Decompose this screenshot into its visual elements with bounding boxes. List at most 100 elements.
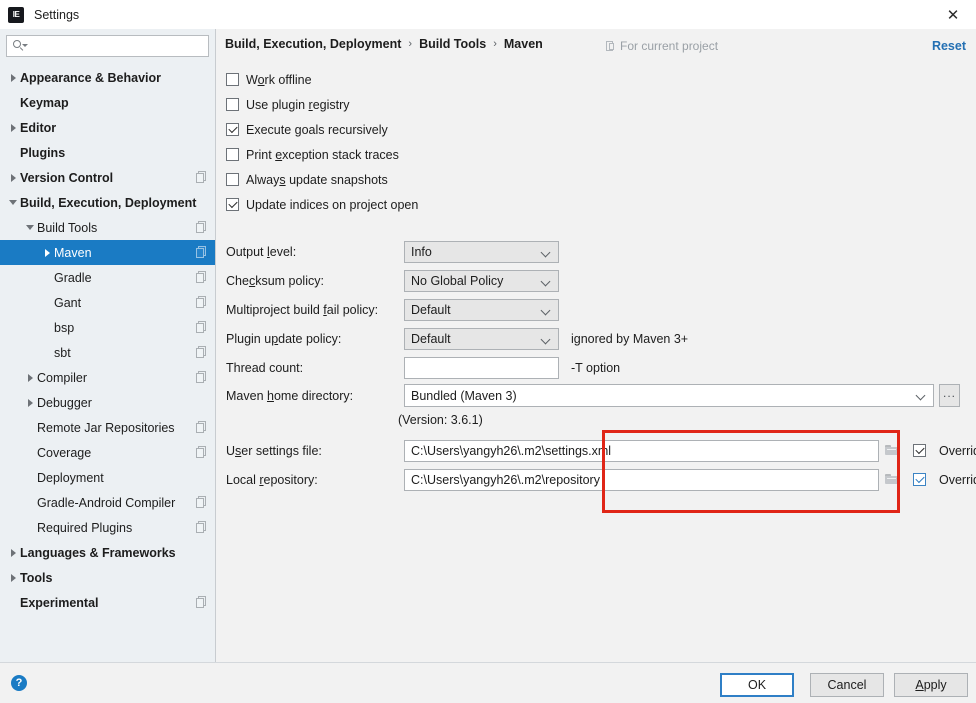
dialog-footer: ? OK Cancel Apply xyxy=(0,662,976,703)
tree-arrow-spacer xyxy=(23,515,37,540)
field-label: Checksum policy: xyxy=(226,273,324,288)
checkbox-override-local-repository[interactable] xyxy=(913,473,926,486)
chevron-down-icon xyxy=(542,278,550,286)
project-scope-icon xyxy=(605,40,615,52)
sidebar-item-label: Build, Execution, Deployment xyxy=(20,195,197,210)
checkbox-row[interactable]: Update indices on project open xyxy=(226,192,418,217)
chevron-down-icon[interactable] xyxy=(23,215,37,240)
breadcrumb-segment[interactable]: Build Tools xyxy=(419,37,486,51)
sidebar-item-sbt[interactable]: sbt xyxy=(0,340,215,365)
checkbox-work-offline[interactable] xyxy=(226,73,239,86)
sidebar-item-bsp[interactable]: bsp xyxy=(0,315,215,340)
sidebar-item-coverage[interactable]: Coverage xyxy=(0,440,215,465)
chevron-down-icon[interactable] xyxy=(6,190,20,215)
checkbox-update-indices-on-project-open[interactable] xyxy=(226,198,239,211)
browse-folder-button[interactable] xyxy=(880,469,904,491)
search-input[interactable] xyxy=(28,37,198,55)
breadcrumb-segment[interactable]: Maven xyxy=(504,37,543,51)
chevron-right-icon[interactable] xyxy=(6,165,20,190)
title-bar: IE Settings ✕ xyxy=(0,0,976,29)
scope-indicator: For current project xyxy=(605,39,718,53)
sidebar-item-gradle[interactable]: Gradle xyxy=(0,265,215,290)
sidebar-item-compiler[interactable]: Compiler xyxy=(0,365,215,390)
checkbox-use-plugin-registry[interactable] xyxy=(226,98,239,111)
checkbox-row[interactable]: Work offline xyxy=(226,67,418,92)
sidebar-item-debugger[interactable]: Debugger xyxy=(0,390,215,415)
settings-main-panel: Build, Execution, Deployment › Build Tools… xyxy=(217,29,976,662)
ok-button[interactable]: OK xyxy=(720,673,794,697)
chevron-right-icon[interactable] xyxy=(6,565,20,590)
sidebar-item-label: Version Control xyxy=(20,170,114,185)
sidebar-item-label: Compiler xyxy=(37,370,88,385)
project-scope-icon xyxy=(196,446,207,458)
sidebar-item-deployment[interactable]: Deployment xyxy=(0,465,215,490)
path-row: User settings file: Override xyxy=(226,436,976,465)
breadcrumb-segment[interactable]: Build, Execution, Deployment xyxy=(225,37,401,51)
apply-button[interactable]: Apply xyxy=(894,673,968,697)
sidebar-item-experimental[interactable]: Experimental xyxy=(0,590,215,615)
override-toggle[interactable]: Override xyxy=(913,473,976,487)
reset-link[interactable]: Reset xyxy=(932,39,966,53)
override-label: Override xyxy=(939,443,976,458)
sidebar-item-appearance-behavior[interactable]: Appearance & Behavior xyxy=(0,65,215,90)
select-checksum-policy[interactable]: No Global Policy xyxy=(404,269,559,292)
tree-arrow-spacer xyxy=(40,315,54,340)
sidebar-item-required-plugins[interactable]: Required Plugins xyxy=(0,515,215,540)
cancel-button[interactable]: Cancel xyxy=(810,673,884,697)
select-value: Default xyxy=(411,302,451,317)
checkbox-override-user-settings-file[interactable] xyxy=(913,444,926,457)
select-output-level[interactable]: Info xyxy=(404,240,559,263)
sidebar-item-gant[interactable]: Gant xyxy=(0,290,215,315)
checkbox-row[interactable]: Always update snapshots xyxy=(226,167,418,192)
browse-folder-button[interactable] xyxy=(880,440,904,462)
checkbox-execute-goals-recursively[interactable] xyxy=(226,123,239,136)
chevron-right-icon[interactable] xyxy=(6,65,20,90)
sidebar-item-label: sbt xyxy=(54,345,71,360)
chevron-right-icon[interactable] xyxy=(6,115,20,140)
input-user-settings-file[interactable] xyxy=(404,439,879,462)
maven-home-label: Maven home directory: xyxy=(226,388,354,403)
chevron-right-icon[interactable] xyxy=(6,540,20,565)
settings-dialog: IE Settings ✕ Appearance & Behavior Keyma… xyxy=(0,0,976,703)
sidebar-item-tools[interactable]: Tools xyxy=(0,565,215,590)
maven-settings-fields: Output level: Info Checksum policy: No Glob… xyxy=(226,237,688,382)
maven-version-note: (Version: 3.6.1) xyxy=(398,413,483,427)
field-row: Thread count: -T option xyxy=(226,353,688,382)
checkbox-row[interactable]: Execute goals recursively xyxy=(226,117,418,142)
maven-home-browse-button[interactable]: ... xyxy=(939,384,960,407)
field-label: Output level: xyxy=(226,244,297,259)
select-multiproject-build-fail-policy[interactable]: Default xyxy=(404,298,559,321)
breadcrumb-separator: › xyxy=(408,38,413,50)
chevron-right-icon[interactable] xyxy=(23,365,37,390)
sidebar-item-editor[interactable]: Editor xyxy=(0,115,215,140)
sidebar-item-keymap[interactable]: Keymap xyxy=(0,90,215,115)
help-icon[interactable]: ? xyxy=(11,675,27,691)
search-box[interactable] xyxy=(6,35,209,57)
checkbox-row[interactable]: Print exception stack traces xyxy=(226,142,418,167)
input-local-repository[interactable] xyxy=(404,468,879,491)
checkbox-print-exception-stack-traces[interactable] xyxy=(226,148,239,161)
chevron-down-icon xyxy=(542,336,550,344)
chevron-right-icon[interactable] xyxy=(23,390,37,415)
select-plugin-update-policy[interactable]: Default xyxy=(404,327,559,350)
close-icon[interactable]: ✕ xyxy=(930,0,976,29)
sidebar-item-build-tools[interactable]: Build Tools xyxy=(0,215,215,240)
sidebar-item-remote-jar-repositories[interactable]: Remote Jar Repositories xyxy=(0,415,215,440)
path-row: Local repository: Override xyxy=(226,465,976,494)
sidebar-item-maven[interactable]: Maven xyxy=(0,240,215,265)
tree-arrow-spacer xyxy=(23,440,37,465)
override-label: Override xyxy=(939,472,976,487)
override-toggle[interactable]: Override xyxy=(913,444,976,458)
sidebar-item-gradle-android-compiler[interactable]: Gradle-Android Compiler xyxy=(0,490,215,515)
sidebar-item-languages-frameworks[interactable]: Languages & Frameworks xyxy=(0,540,215,565)
chevron-down-icon xyxy=(542,249,550,257)
sidebar-item-label: Maven xyxy=(54,245,92,260)
chevron-right-icon[interactable] xyxy=(40,240,54,265)
sidebar-item-build-execution-deployment[interactable]: Build, Execution, Deployment xyxy=(0,190,215,215)
sidebar-item-plugins[interactable]: Plugins xyxy=(0,140,215,165)
checkbox-always-update-snapshots[interactable] xyxy=(226,173,239,186)
maven-home-select[interactable]: Bundled (Maven 3) xyxy=(404,384,934,407)
sidebar-item-version-control[interactable]: Version Control xyxy=(0,165,215,190)
input-thread-count[interactable] xyxy=(404,356,559,379)
checkbox-row[interactable]: Use plugin registry xyxy=(226,92,418,117)
